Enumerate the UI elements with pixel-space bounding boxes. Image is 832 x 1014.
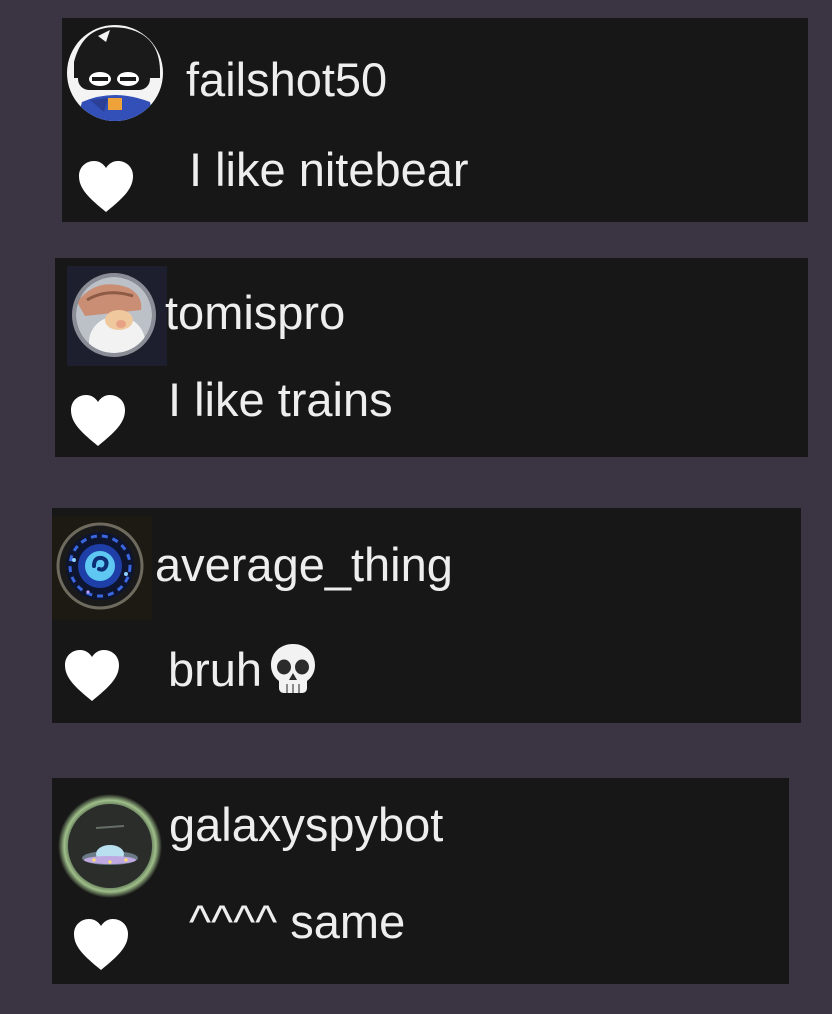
message-text: bruh [168,642,263,696]
avatar[interactable] [67,266,167,366]
comment-card: galaxyspybot ^^^^ same [52,778,789,984]
message: I like trains [168,376,393,423]
username[interactable]: tomispro [165,289,345,336]
comment-card: tomispro I like trains [55,258,808,457]
like-button[interactable] [63,649,121,703]
heart-icon [65,650,119,701]
username[interactable]: galaxyspybot [169,801,443,848]
heart-icon [71,395,125,446]
message-text: I like nitebear [189,143,469,196]
username[interactable]: average_thing [155,541,453,588]
comment-card: average_thing bruh [52,508,801,723]
avatar[interactable] [64,22,164,122]
avatar[interactable] [52,516,152,620]
username[interactable]: failshot50 [186,56,387,103]
heart-icon [79,161,133,212]
like-button[interactable] [72,918,130,972]
like-button[interactable] [77,160,135,214]
message-text: ^^^^ same [189,895,406,948]
message: ^^^^ same [189,898,405,945]
comment-card: failshot50 I like nitebear [62,18,808,222]
heart-icon [74,919,128,970]
skull-icon [268,642,318,696]
like-button[interactable] [69,394,127,448]
message-text: I like trains [168,373,393,426]
message: bruh [168,642,318,696]
message: I like nitebear [189,146,469,193]
avatar[interactable] [56,792,164,900]
